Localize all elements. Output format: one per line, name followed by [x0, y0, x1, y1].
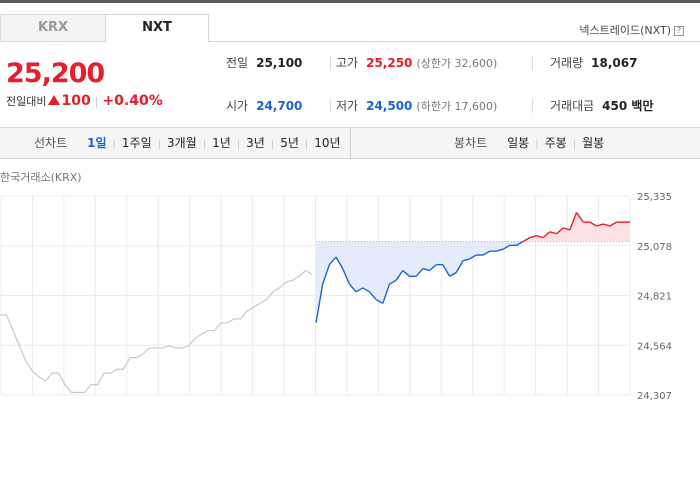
- open-value: 24,700: [256, 99, 303, 113]
- high-value: 25,250: [366, 56, 413, 70]
- period-3y[interactable]: 3년: [240, 136, 271, 150]
- prev-close: 전일 25,100: [226, 54, 302, 71]
- change-separator: |: [94, 95, 99, 108]
- tab-divider: [209, 41, 700, 42]
- exchange-label: 넥스트레이드(NXT): [579, 24, 671, 37]
- y-tick-label: 24,821: [637, 292, 672, 303]
- chart-y-ticks: 25,335 25,078 24,821 24,564 24,307: [637, 192, 672, 400]
- divider: [532, 99, 533, 113]
- amount-value: 450 백만: [602, 99, 654, 113]
- prev-close-value: 25,100: [256, 56, 303, 70]
- volume-value: 18,067: [591, 56, 638, 70]
- divider: [330, 99, 331, 113]
- tab-krx[interactable]: KRX: [0, 14, 105, 42]
- low-label: 저가: [336, 99, 359, 113]
- top-border: [0, 0, 700, 3]
- period-1w[interactable]: 1주일: [116, 136, 158, 150]
- price-chart: 25,335 25,078 24,821 24,564 24,307: [0, 192, 672, 400]
- trade-amount: 거래대금 450 백만: [550, 97, 653, 114]
- upper-limit: (상한가 32,600): [416, 57, 498, 70]
- y-tick-label: 25,335: [637, 192, 672, 203]
- period-daily[interactable]: 일봉: [501, 136, 535, 150]
- y-tick-label: 24,307: [637, 391, 672, 400]
- day-low: 저가 24,500 (하한가 17,600): [336, 97, 497, 114]
- day-high: 고가 25,250 (상한가 32,600): [336, 54, 497, 71]
- chart-grid: [0, 195, 631, 396]
- change-label: 전일대비: [6, 95, 47, 108]
- volume: 거래량 18,067: [550, 54, 637, 71]
- help-icon[interactable]: ?: [674, 26, 684, 36]
- divider: [532, 56, 533, 70]
- period-3m[interactable]: 3개월: [161, 136, 203, 150]
- line-chart-periods: 선차트 1일 | 1주일 | 3개월 | 1년 | 3년 | 5년 | 10년: [34, 128, 347, 158]
- period-1y[interactable]: 1년: [206, 136, 237, 150]
- line-chart-label: 선차트: [34, 136, 68, 150]
- krx-series-line: [0, 269, 313, 394]
- prev-close-label: 전일: [226, 56, 249, 70]
- price-change: 전일대비 100 | +0.40%: [6, 93, 163, 109]
- toolbar-divider: [350, 128, 351, 158]
- period-1d[interactable]: 1일: [81, 136, 112, 150]
- open-label: 시가: [226, 99, 249, 113]
- amount-label: 거래대금: [550, 99, 595, 113]
- open-price: 시가 24,700: [226, 97, 302, 114]
- high-label: 고가: [336, 56, 359, 70]
- chart-toolbar: 선차트 1일 | 1주일 | 3개월 | 1년 | 3년 | 5년 | 10년 봉차트 일봉 | 주봉 | 월봉: [0, 127, 700, 159]
- period-10y[interactable]: 10년: [308, 136, 346, 150]
- up-arrow-icon: [48, 95, 61, 105]
- period-monthly[interactable]: 월봉: [576, 136, 610, 150]
- tab-nxt[interactable]: NXT: [105, 14, 209, 42]
- period-weekly[interactable]: 주봉: [539, 136, 573, 150]
- y-tick-label: 24,564: [637, 341, 672, 352]
- change-percent: +0.40%: [102, 93, 163, 109]
- period-5y[interactable]: 5년: [274, 136, 305, 150]
- candle-chart-periods: 봉차트 일봉 | 주봉 | 월봉: [454, 128, 610, 158]
- change-amount: 100: [61, 93, 91, 109]
- y-tick-label: 25,078: [637, 242, 672, 253]
- lower-limit: (하한가 17,600): [416, 100, 498, 113]
- volume-label: 거래량: [550, 56, 584, 70]
- candle-chart-label: 봉차트: [454, 136, 488, 150]
- current-price: 25,200: [6, 58, 105, 89]
- divider: [330, 56, 331, 70]
- low-value: 24,500: [366, 99, 413, 113]
- chart-source: 한국거래소(KRX): [0, 171, 82, 184]
- quote-summary: 전일 25,100 고가 25,250 (상한가 32,600) 거래량 18,067 …: [210, 48, 700, 128]
- exchange-name: 넥스트레이드(NXT)?: [579, 22, 684, 38]
